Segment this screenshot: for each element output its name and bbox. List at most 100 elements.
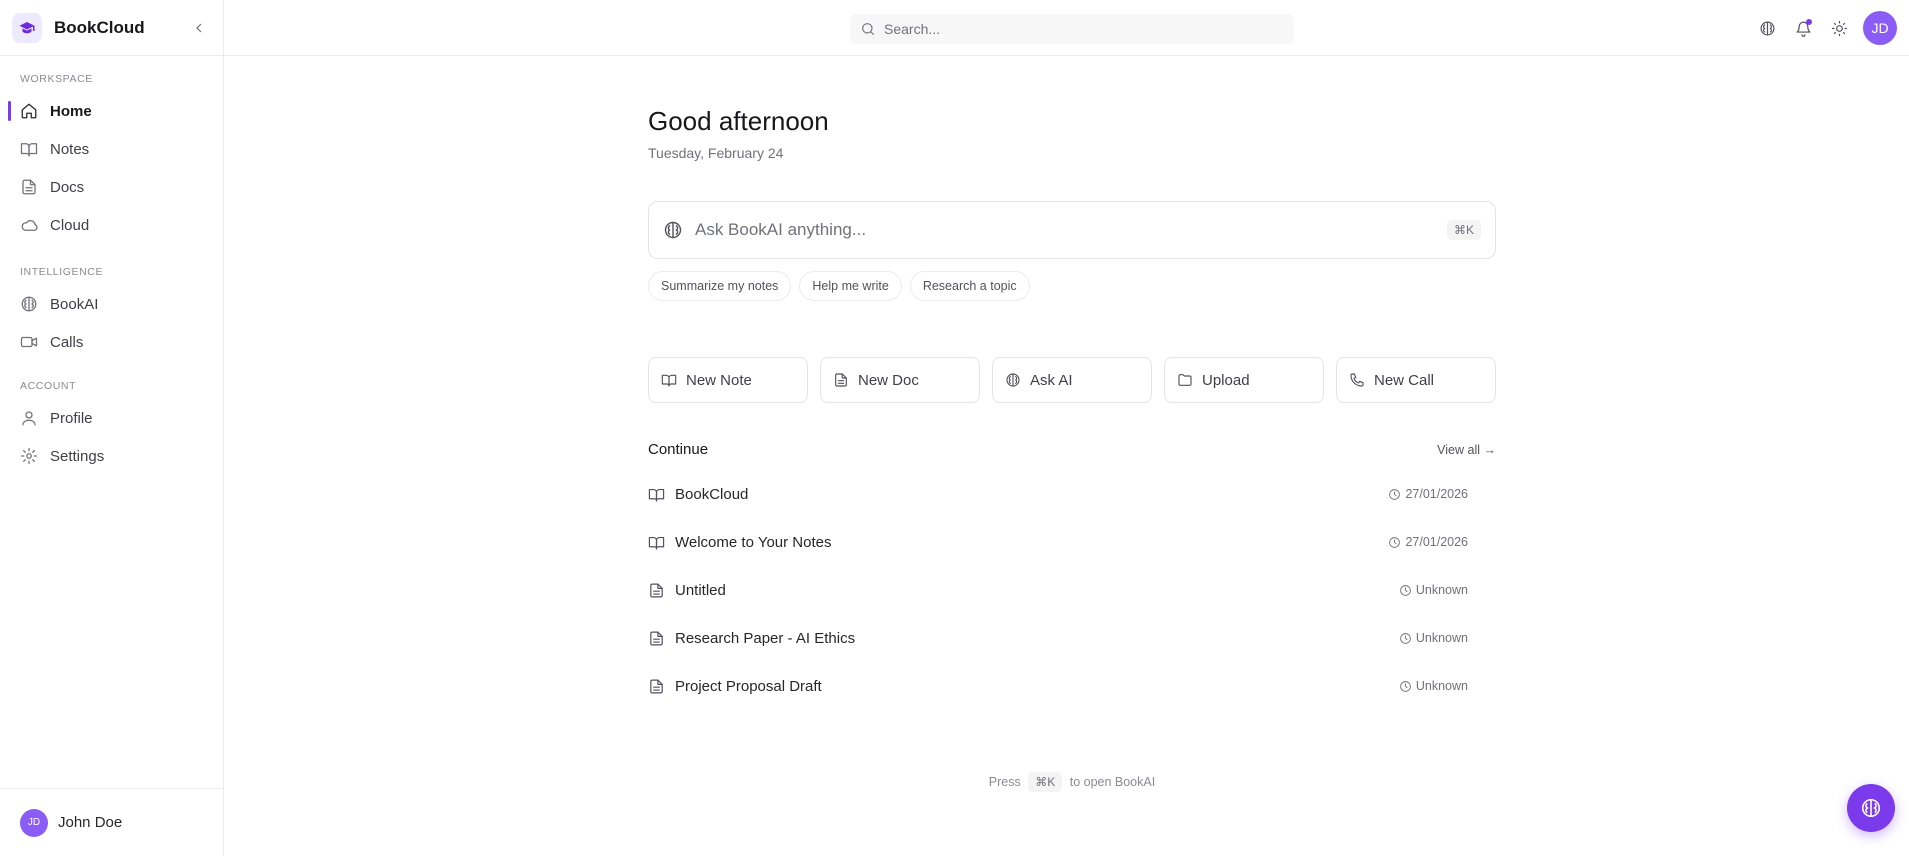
new-doc-label: New Doc [858,371,919,389]
file-icon [833,372,849,388]
search-input[interactable] [884,21,1264,37]
file-icon [648,582,665,599]
hint-before: Press [988,775,1021,789]
suggestion-help-write[interactable]: Help me write [799,271,902,301]
bookai-fab-button[interactable] [1847,784,1895,832]
clock-icon [1388,488,1401,501]
brain-icon [20,295,38,313]
sidebar-item-profile[interactable]: Profile [0,399,223,437]
sidebar-item-label: Settings [50,447,105,465]
list-item[interactable]: Untitled Unknown [648,566,1496,614]
folder-icon [1177,372,1193,388]
new-note-button[interactable]: New Note [648,357,808,403]
phone-icon [1349,372,1365,388]
list-item-title: BookCloud [675,485,749,503]
list-item-title: Project Proposal Draft [675,677,822,695]
upload-label: Upload [1202,371,1250,389]
book-icon [20,140,38,158]
new-doc-button[interactable]: New Doc [820,357,980,403]
graduation-cap-icon [12,12,42,43]
file-icon [648,678,665,695]
clock-icon [1388,536,1401,549]
list-item-date-text: Unknown [1415,679,1468,693]
quick-actions: New Note New Doc Ask AI Upload New Call [648,357,1496,403]
shortcut-badge: ⌘K [1446,220,1481,240]
current-date: Tuesday, February 24 [648,145,784,161]
list-item-date-text: 27/01/2026 [1405,487,1468,501]
list-item-title: Untitled [675,581,726,599]
sidebar-item-calls[interactable]: Calls [0,323,223,361]
section-label-workspace: WORKSPACE [20,73,93,85]
brand-name: BookCloud [54,17,145,37]
sidebar-item-docs[interactable]: Docs [0,168,223,206]
sidebar-user[interactable]: JD John Doe [0,788,223,856]
list-item-date: 27/01/2026 [1388,487,1468,501]
sidebar-item-notes[interactable]: Notes [0,130,223,168]
list-item-date: Unknown [1399,583,1468,597]
book-icon [661,372,677,388]
sidebar-item-label: Notes [50,140,90,158]
brain-icon [1861,798,1881,818]
search-bar[interactable] [850,14,1294,44]
list-item-date-text: Unknown [1415,583,1468,597]
hint-after: to open BookAI [1069,775,1156,789]
sidebar-item-label: Profile [50,409,93,427]
ask-ai-button[interactable]: Ask AI [992,357,1152,403]
file-icon [20,178,38,196]
section-label-intelligence: INTELLIGENCE [20,266,104,278]
clock-icon [1399,632,1412,645]
list-item-title: Research Paper - AI Ethics [675,629,856,647]
ask-bookai-input[interactable] [695,220,1447,240]
theme-toggle-button[interactable] [1821,11,1857,45]
sidebar-item-settings[interactable]: Settings [0,437,223,475]
book-icon [648,486,665,503]
brain-icon [663,220,683,240]
sidebar-item-label: Docs [50,178,85,196]
suggestion-research[interactable]: Research a topic [909,271,1030,301]
file-icon [648,630,665,647]
notifications-button[interactable] [1785,11,1821,45]
book-icon [648,534,665,551]
continue-title: Continue [648,441,709,458]
sidebar-item-home[interactable]: Home [0,92,223,130]
new-call-button[interactable]: New Call [1336,357,1496,403]
upload-button[interactable]: Upload [1164,357,1324,403]
list-item-date-text: 27/01/2026 [1405,535,1468,549]
list-item-title: Welcome to Your Notes [675,533,832,551]
suggestion-summarize[interactable]: Summarize my notes [648,271,792,301]
sidebar-item-cloud[interactable]: Cloud [0,206,223,244]
chevron-left-icon [196,23,202,32]
list-item[interactable]: Welcome to Your Notes 27/01/2026 [648,518,1496,566]
brain-icon [1005,372,1021,388]
list-item-date: 27/01/2026 [1388,535,1468,549]
hint-shortcut-badge: ⌘K [1028,772,1063,792]
sidebar-item-label: BookAI [50,295,99,313]
list-item-date: Unknown [1399,631,1468,645]
list-item-date-text: Unknown [1415,631,1468,645]
sun-icon [1831,20,1847,36]
suggestion-chips: Summarize my notes Help me write Researc… [648,271,1496,301]
sidebar-item-label: Calls [50,333,84,351]
video-icon [20,333,38,351]
list-item[interactable]: BookCloud 27/01/2026 [648,470,1496,518]
sidebar-item-bookai[interactable]: BookAI [0,285,223,323]
new-call-label: New Call [1374,371,1435,389]
bookai-button[interactable] [1749,11,1785,45]
sidebar-item-label: Home [50,102,92,120]
ask-bookai-box[interactable]: ⌘K [648,201,1496,259]
section-label-account: ACCOUNT [20,380,77,392]
view-all-link[interactable]: View all → [1437,443,1496,457]
new-note-label: New Note [686,371,752,389]
list-item[interactable]: Research Paper - AI Ethics Unknown [648,614,1496,662]
cloud-icon [20,216,38,234]
user-avatar: JD [20,808,48,837]
clock-icon [1399,584,1412,597]
list-item[interactable]: Project Proposal Draft Unknown [648,662,1496,710]
continue-header: Continue View all → [648,441,1496,458]
continue-list: BookCloud 27/01/2026 Welcome to Your Not… [648,470,1496,710]
brain-icon [1760,21,1774,35]
profile-avatar-button[interactable]: JD [1863,11,1897,45]
sidebar-item-label: Cloud [50,216,90,234]
user-name: John Doe [58,814,123,831]
collapse-sidebar-button[interactable] [187,16,211,40]
